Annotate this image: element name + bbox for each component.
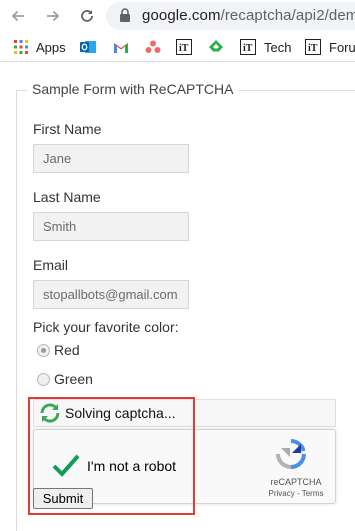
svg-text:iT: iT	[308, 43, 318, 54]
last-name-input[interactable]: Smith	[33, 212, 189, 241]
it-icon: iT	[176, 39, 192, 55]
browser-toolbar: google.com/recaptcha/api2/demo	[0, 0, 355, 32]
bookmark-forum[interactable]: iT Foru	[305, 39, 355, 55]
forward-button[interactable]	[41, 4, 65, 28]
svg-text:iT: iT	[243, 43, 253, 54]
radio-red[interactable]	[37, 343, 50, 357]
bookmarks-bar: Apps iT iT Tech iT Foru	[0, 32, 355, 62]
bookmark-asana[interactable]	[145, 39, 161, 55]
email-input[interactable]: stopallbots@gmail.com	[33, 280, 189, 309]
captcha-status-text: Solving captcha...	[65, 405, 176, 421]
recaptcha-label: I'm not a robot	[87, 458, 177, 474]
back-button[interactable]	[6, 4, 30, 28]
bookmark-gmail[interactable]	[113, 39, 129, 55]
bookmark-forum-label: Foru	[329, 39, 355, 55]
reload-icon	[81, 10, 93, 22]
checkmark-icon	[52, 454, 80, 477]
lock-icon	[120, 8, 130, 22]
bookmark-outlook[interactable]	[80, 39, 96, 55]
outlook-icon	[80, 41, 96, 53]
it-icon: iT	[240, 39, 256, 55]
email-label: Email	[33, 257, 69, 273]
reload-button[interactable]	[75, 4, 99, 28]
first-name-input[interactable]: Jane	[33, 144, 189, 173]
radio-green[interactable]	[37, 372, 50, 386]
refresh-spinner-icon	[40, 403, 60, 423]
form-legend: Sample Form with ReCAPTCHA	[27, 81, 239, 97]
bookmark-tech-label: Tech	[264, 39, 292, 55]
recaptcha-brand: reCAPTCHA	[270, 477, 322, 487]
bookmark-tech[interactable]: iT Tech	[240, 39, 291, 55]
bookmark-apps[interactable]: Apps	[14, 39, 66, 55]
apps-grid-icon	[14, 40, 28, 54]
submit-button[interactable]: Submit	[33, 488, 93, 509]
arrow-left-icon	[11, 10, 24, 22]
recaptcha-logo-icon	[276, 439, 306, 469]
gmail-icon	[114, 42, 128, 53]
radio-option-red[interactable]: Red	[37, 342, 80, 358]
radio-option-green[interactable]: Green	[37, 371, 93, 387]
it-icon: iT	[305, 39, 321, 55]
url-path: /recaptcha/api2/demo	[220, 7, 355, 24]
feedly-icon	[209, 40, 223, 52]
color-question-label: Pick your favorite color:	[33, 319, 179, 335]
last-name-label: Last Name	[33, 189, 101, 205]
radio-red-label: Red	[54, 342, 80, 358]
recaptcha-links[interactable]: Privacy - Terms	[252, 489, 340, 498]
url-host: google.com	[142, 7, 221, 24]
bookmark-feedly[interactable]	[208, 39, 224, 55]
captcha-solver-status: Solving captcha...	[33, 399, 336, 427]
asana-icon	[145, 40, 161, 53]
recaptcha-checkbox[interactable]	[51, 452, 81, 483]
svg-text:iT: iT	[179, 43, 189, 54]
first-name-label: First Name	[33, 121, 102, 137]
url-text: google.com/recaptcha/api2/demo	[142, 7, 355, 24]
bookmark-apps-label: Apps	[36, 39, 66, 55]
radio-green-label: Green	[54, 371, 93, 387]
bookmark-it[interactable]: iT	[176, 39, 192, 55]
arrow-right-icon	[47, 10, 60, 22]
